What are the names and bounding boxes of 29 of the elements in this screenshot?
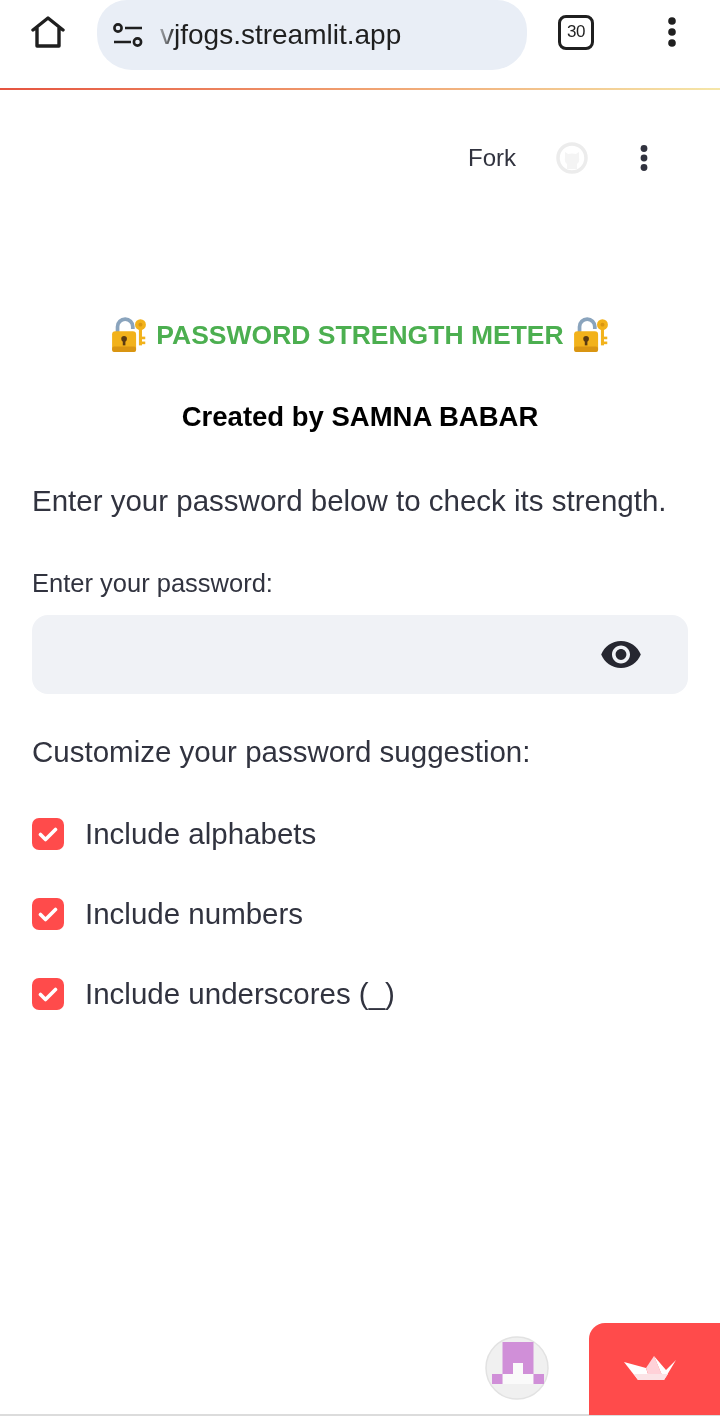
checkbox[interactable] bbox=[32, 978, 64, 1010]
padlock-key-icon bbox=[111, 317, 148, 353]
avatar-icon[interactable] bbox=[485, 1336, 549, 1400]
checkmark-icon bbox=[38, 906, 58, 922]
checkbox-label[interactable]: Include alphabets bbox=[85, 817, 317, 851]
fork-link[interactable]: Fork bbox=[468, 144, 516, 172]
checkmark-icon bbox=[38, 986, 58, 1002]
checkbox[interactable] bbox=[32, 818, 64, 850]
password-field[interactable] bbox=[32, 615, 688, 694]
page-title: PASSWORD STRENGTH METER bbox=[156, 319, 564, 351]
section-heading: Customize your password suggestion: bbox=[32, 734, 532, 770]
padlock-key-icon bbox=[572, 317, 609, 353]
menu-icon[interactable] bbox=[668, 17, 676, 47]
checkbox[interactable] bbox=[32, 898, 64, 930]
site-settings-icon[interactable] bbox=[113, 23, 143, 47]
intro-text: Enter your password below to check its strength. bbox=[32, 483, 668, 519]
eye-icon[interactable] bbox=[601, 641, 641, 668]
address-bar[interactable]: vjfogs.streamlit.app bbox=[97, 0, 527, 70]
url-text: vjfogs.streamlit.app bbox=[160, 19, 402, 51]
field-label: Enter your password: bbox=[32, 568, 274, 599]
home-icon[interactable] bbox=[30, 16, 66, 48]
checkmark-icon bbox=[38, 826, 58, 842]
checkbox-label[interactable]: Include underscores (_) bbox=[85, 977, 395, 1011]
author-subtitle: Created by SAMNA BABAR bbox=[180, 400, 540, 434]
tab-count-button[interactable]: 30 bbox=[558, 14, 594, 50]
hosted-badge-tab[interactable] bbox=[589, 1323, 720, 1415]
menu-icon[interactable] bbox=[640, 145, 648, 171]
paper-boat-icon bbox=[623, 1356, 676, 1382]
checkbox-label[interactable]: Include numbers bbox=[85, 897, 304, 931]
